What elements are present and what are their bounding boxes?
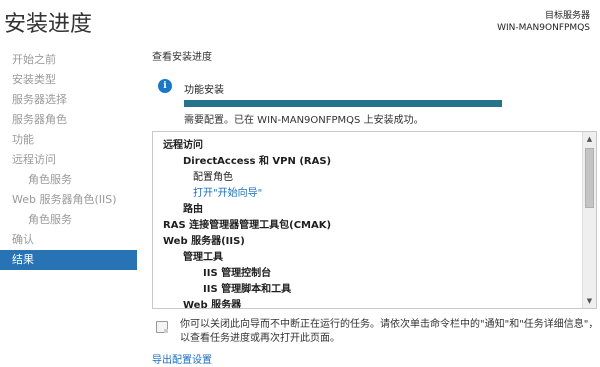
nav-item[interactable]: 确认	[0, 230, 137, 250]
status-label: 功能安装	[184, 85, 224, 96]
nav-item[interactable]: 角色服务	[0, 210, 137, 230]
info-note: 你可以关闭此向导而不中断正在运行的任务。请依次单击命令栏中的"通知"和"任务详细…	[152, 318, 600, 348]
scroll-up-arrow-icon[interactable]: ▲	[583, 133, 596, 145]
wizard-nav: 开始之前 安装类型 服务器选择 服务器角色 功能 远程访问 角色服务 Web 服务器角色(II…	[0, 50, 137, 270]
result-item: 远程访问	[163, 140, 203, 151]
progress-bar	[184, 100, 502, 107]
scroll-thumb[interactable]	[585, 148, 594, 208]
target-server-name: WIN-MAN9ONFPMQS	[497, 23, 590, 33]
export-config-link[interactable]: 导出配置设置	[152, 351, 212, 366]
scroll-down-arrow-icon[interactable]: ▼	[583, 295, 596, 307]
start-wizard-link[interactable]: 打开"开始向导"	[163, 186, 578, 202]
status-message: 需要配置。已在 WIN-MAN9ONFPMQS 上安装成功。	[184, 115, 424, 126]
result-item: IIS 管理脚本和工具	[203, 284, 292, 295]
result-item: 路由	[183, 204, 203, 215]
nav-item[interactable]: 角色服务	[0, 170, 137, 190]
result-item: Web 服务器(IIS)	[163, 236, 245, 247]
nav-item[interactable]: 服务器选择	[0, 90, 137, 110]
nav-item[interactable]: Web 服务器角色(IIS)	[0, 190, 137, 210]
results-content: 远程访问 DirectAccess 和 VPN (RAS) 配置角色打开"开始向导"…	[163, 138, 578, 309]
nav-item[interactable]: 服务器角色	[0, 110, 137, 130]
feature-install-status: i 功能安装 需要配置。已在 WIN-MAN9ONFPMQS 上安装成功。	[158, 77, 600, 137]
result-item: 管理工具	[183, 252, 223, 263]
result-item: Web 服务器	[183, 300, 242, 309]
info-icon: i	[158, 79, 172, 93]
page-title: 安装进度	[4, 12, 93, 37]
nav-item[interactable]: 结果	[0, 250, 137, 270]
nav-item[interactable]: 功能	[0, 130, 137, 150]
main-content: 查看安装进度 i 功能安装 需要配置。已在 WIN-MAN9ONFPMQS 上安…	[152, 48, 600, 137]
target-server-label: 目标服务器	[544, 11, 590, 21]
result-item: RAS 连接管理器管理工具包(CMAK)	[163, 220, 332, 231]
nav-item[interactable]: 开始之前	[0, 50, 137, 70]
progress-fill	[184, 100, 502, 107]
nav-item[interactable]: 安装类型	[0, 70, 137, 90]
section-title: 查看安装进度	[152, 52, 212, 63]
results-list[interactable]: 远程访问 DirectAccess 和 VPN (RAS) 配置角色打开"开始向导"…	[152, 131, 597, 309]
note-text: 你可以关闭此向导而不中断正在运行的任务。请依次单击命令栏中的"通知"和"任务详细…	[180, 319, 599, 344]
note-icon	[156, 321, 168, 333]
target-server-info: 目标服务器 WIN-MAN9ONFPMQS	[497, 10, 590, 34]
vertical-scrollbar[interactable]: ▲ ▼	[582, 132, 596, 308]
result-item: 配置角色	[193, 172, 233, 183]
result-item: DirectAccess 和 VPN (RAS)	[183, 156, 332, 167]
nav-item[interactable]: 远程访问	[0, 150, 137, 170]
result-item: IIS 管理控制台	[203, 268, 272, 279]
